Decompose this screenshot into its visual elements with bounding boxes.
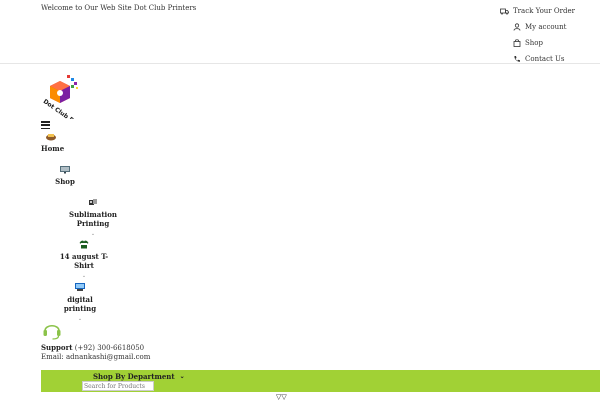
user-icon	[512, 23, 521, 32]
support-email[interactable]: adnankashi@gmail.com	[66, 353, 150, 361]
nav-label-sublimation-printing: Sublimation Printing	[69, 210, 117, 228]
partial-icon: ▽▽	[276, 393, 287, 400]
support-label: Support	[41, 343, 73, 352]
email-label: Email:	[41, 353, 64, 361]
shop-image-icon	[60, 166, 70, 174]
shop-label: Shop	[525, 39, 543, 47]
home-image-icon	[46, 134, 56, 141]
welcome-text: Welcome to Our Web Site Dot Club Printer…	[41, 4, 197, 12]
shop-link[interactable]: Shop	[512, 35, 575, 51]
support-phone-line: Support (+92) 300-6618050	[41, 343, 144, 352]
my-account-label: My account	[525, 23, 567, 31]
nav-label-home: Home	[41, 144, 65, 153]
nav-item-sublimation-printing[interactable]: Sublimation Printing ⌄	[55, 198, 131, 237]
nav-item-home[interactable]: Home	[41, 132, 65, 153]
digital-printing-image-icon	[75, 283, 85, 291]
site-logo[interactable]: Dot Club Printers	[40, 73, 94, 138]
nav-label-14-august-tshirt: 14 august T-Shirt	[59, 252, 109, 270]
menu-toggle-button[interactable]	[41, 121, 50, 129]
support-email-line: Email: adnankashi@gmail.com	[41, 353, 150, 361]
nav-label-shop: Shop	[55, 177, 75, 186]
nav-item-14-august-tshirt[interactable]: 14 august T-Shirt ⌄	[51, 240, 117, 279]
top-links: Track Your Order My account Shop Contact…	[500, 3, 575, 67]
chevron-down-icon[interactable]: ⌄	[51, 273, 117, 279]
department-bar: Shop By Department ⌄	[41, 370, 600, 392]
track-order-label: Track Your Order	[513, 7, 575, 15]
my-account-link[interactable]: My account	[512, 19, 575, 35]
shop-by-department-label: Shop By Department	[93, 372, 175, 381]
phone-icon	[512, 55, 521, 64]
contact-us-link[interactable]: Contact Us	[512, 51, 575, 67]
sublimation-image-icon	[89, 199, 97, 205]
headset-icon	[43, 324, 61, 340]
top-bar: Welcome to Our Web Site Dot Club Printer…	[0, 0, 600, 64]
nav-item-digital-printing[interactable]: digital printing ⌄	[51, 282, 109, 322]
truck-icon	[500, 7, 509, 16]
chevron-down-icon[interactable]: ⌄	[55, 231, 131, 237]
dot-club-printers-logo: Dot Club Printers	[42, 75, 94, 138]
nav-item-shop[interactable]: Shop	[51, 165, 79, 186]
contact-us-label: Contact Us	[525, 55, 565, 63]
search-input[interactable]	[82, 381, 154, 391]
shop-by-department-button[interactable]: Shop By Department ⌄	[93, 372, 185, 381]
track-order-link[interactable]: Track Your Order	[500, 3, 575, 19]
nav-label-digital-printing: digital printing	[63, 295, 97, 313]
bag-icon	[512, 39, 521, 48]
chevron-down-icon: ⌄	[179, 373, 185, 380]
tshirt-image-icon	[79, 240, 89, 249]
support-block	[41, 320, 63, 344]
support-phone[interactable]: (+92) 300-6618050	[75, 344, 144, 352]
